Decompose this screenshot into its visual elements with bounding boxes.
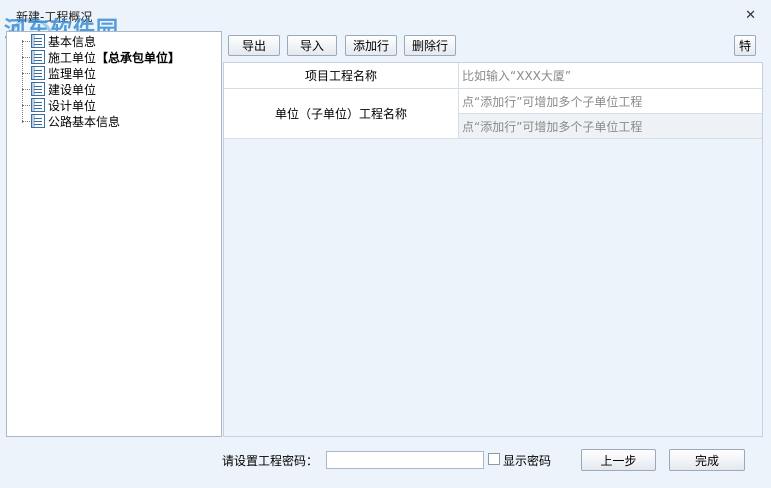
tree-item-label-suffix: 【总承包单位】 bbox=[96, 50, 181, 65]
tree-item-label: 施工单位 bbox=[48, 50, 97, 65]
tree-item-label: 监理单位 bbox=[48, 66, 97, 81]
toolbar: 导出 导入 添加行 删除行 特 bbox=[223, 31, 764, 59]
nav-tree: 基本信息 施工单位 【总承包单位】 监理单位 建设单位 设计单位 公路基本信息 bbox=[6, 31, 222, 437]
previous-button[interactable]: 上一步 bbox=[581, 449, 656, 471]
tree-item-construction-unit[interactable]: 施工单位 【总承包单位】 bbox=[21, 49, 180, 65]
row-label-project-name: 项目工程名称 bbox=[224, 63, 459, 89]
import-button[interactable]: 导入 bbox=[287, 35, 337, 56]
special-button[interactable]: 特 bbox=[734, 35, 756, 56]
unit-name-input[interactable]: 点“添加行”可增加多个子单位工程 bbox=[459, 89, 762, 114]
tree-item-highway-info[interactable]: 公路基本信息 bbox=[21, 113, 120, 129]
unit-name-input[interactable]: 点“添加行”可增加多个子单位工程 bbox=[459, 114, 762, 139]
grid-body: 项目工程名称 比如输入“XXX大厦” 单位（子单位）工程名称 点“添加行”可增加… bbox=[224, 63, 762, 139]
document-icon bbox=[31, 66, 45, 80]
tree-item-label: 公路基本信息 bbox=[48, 114, 121, 129]
tree-item-design-unit[interactable]: 设计单位 bbox=[21, 97, 96, 113]
delete-row-button[interactable]: 删除行 bbox=[404, 35, 456, 56]
project-name-input[interactable]: 比如输入“XXX大厦” bbox=[459, 63, 762, 89]
finish-button[interactable]: 完成 bbox=[669, 449, 745, 471]
tree-item-label: 建设单位 bbox=[48, 82, 97, 97]
tree-item-label: 基本信息 bbox=[48, 34, 97, 49]
document-icon bbox=[31, 114, 45, 128]
tree-item-supervision-unit[interactable]: 监理单位 bbox=[21, 65, 96, 81]
add-row-button[interactable]: 添加行 bbox=[345, 35, 397, 56]
row-label-unit-name: 单位（子单位）工程名称 bbox=[224, 89, 459, 139]
close-icon[interactable]: ✕ bbox=[745, 8, 756, 23]
tree-item-owner-unit[interactable]: 建设单位 bbox=[21, 81, 96, 97]
password-input[interactable] bbox=[326, 451, 484, 469]
document-icon bbox=[31, 98, 45, 112]
document-icon bbox=[31, 34, 45, 48]
tree-item-basic-info[interactable]: 基本信息 bbox=[21, 33, 96, 49]
document-icon bbox=[31, 50, 45, 64]
export-button[interactable]: 导出 bbox=[228, 35, 280, 56]
data-grid: 项目工程名称 比如输入“XXX大厦” 单位（子单位）工程名称 点“添加行”可增加… bbox=[223, 62, 763, 437]
document-icon bbox=[31, 82, 45, 96]
show-password-label: 显示密码 bbox=[503, 454, 552, 468]
password-label: 请设置工程密码： bbox=[222, 454, 319, 468]
show-password-checkbox[interactable] bbox=[488, 453, 500, 465]
tree-item-label: 设计单位 bbox=[48, 98, 97, 113]
